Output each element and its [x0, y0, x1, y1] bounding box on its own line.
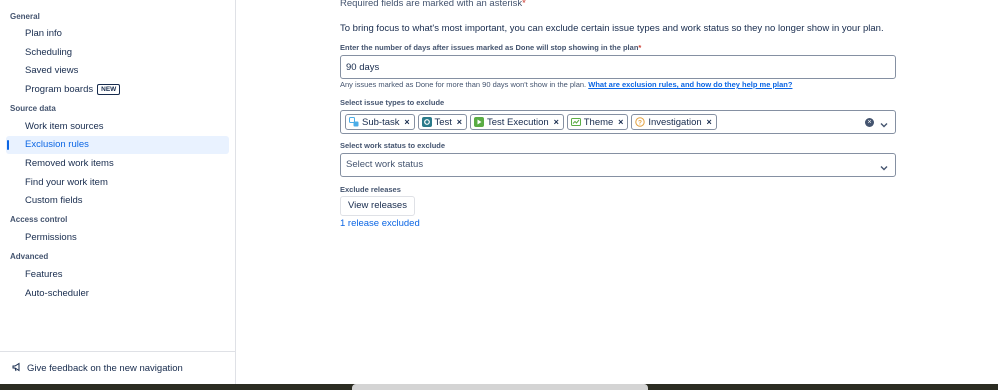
theme-icon — [570, 117, 581, 127]
tag-label: Sub-task — [362, 116, 400, 128]
tag-test: Test × — [417, 114, 467, 130]
remove-tag-test-button[interactable]: × — [455, 117, 464, 127]
required-asterisk: * — [522, 0, 526, 9]
section-heading-general: General — [10, 12, 40, 21]
exclude-releases-label: Exclude releases — [340, 185, 401, 194]
investigation-icon: ? — [635, 117, 646, 127]
sidebar-item-label: Saved views — [25, 65, 79, 76]
sidebar-item-label: Custom fields — [25, 195, 83, 206]
tag-test-execution: Test Execution × — [469, 114, 564, 130]
feedback-footer: Give feedback on the new navigation — [0, 351, 236, 384]
sidebar-item-features[interactable]: Features — [6, 266, 229, 284]
work-status-select[interactable]: Select work status — [340, 153, 896, 177]
chevron-down-icon[interactable] — [879, 160, 889, 171]
issue-types-label: Select issue types to exclude — [340, 98, 445, 107]
sidebar-item-label: Plan info — [25, 28, 62, 39]
required-note-text: Required fields are marked with an aster… — [340, 0, 523, 9]
sidebar-item-label: Work item sources — [25, 121, 104, 132]
remove-tag-sub-task-button[interactable]: × — [403, 117, 412, 127]
active-indicator — [7, 140, 9, 150]
test-execution-icon — [473, 117, 484, 127]
work-status-placeholder: Select work status — [346, 159, 424, 170]
section-heading-advanced: Advanced — [10, 252, 49, 261]
releases-excluded-link[interactable]: 1 release excluded — [340, 218, 420, 229]
feedback-button[interactable]: Give feedback on the new navigation — [12, 362, 183, 375]
sidebar-item-label: Auto-scheduler — [25, 288, 89, 299]
sidebar-item-permissions[interactable]: Permissions — [6, 229, 229, 247]
sidebar-item-label: Permissions — [25, 232, 77, 243]
subtask-icon — [349, 117, 359, 127]
sidebar-item-plan-info[interactable]: Plan info — [6, 25, 229, 43]
tag-label: Investigation — [648, 116, 702, 128]
sidebar-item-label: Scheduling — [25, 47, 73, 58]
sidebar-item-auto-scheduler[interactable]: Auto-scheduler — [6, 285, 229, 303]
sidebar-item-label: Features — [25, 269, 63, 280]
issue-types-select[interactable]: Sub-task × Test × Test Execution × Theme… — [340, 110, 896, 134]
sidebar-item-program-boards[interactable]: Program boards NEW — [6, 81, 229, 99]
days-field-label-text: Enter the number of days after issues ma… — [340, 43, 639, 52]
tag-label: Test — [434, 116, 452, 128]
sidebar-item-custom-fields[interactable]: Custom fields — [6, 192, 229, 210]
sidebar-item-exclusion-rules[interactable]: Exclusion rules — [6, 136, 229, 154]
exclusion-rules-help-link[interactable]: What are exclusion rules, and how do the… — [588, 80, 792, 89]
feedback-label: Give feedback on the new navigation — [27, 363, 183, 374]
remove-tag-investigation-button[interactable]: × — [705, 117, 714, 127]
tag-investigation: ? Investigation × — [631, 114, 717, 130]
bottom-bar — [352, 384, 648, 390]
main-content: Required fields are marked with an aster… — [237, 0, 998, 384]
remove-tag-theme-button[interactable]: × — [616, 117, 625, 127]
required-asterisk: * — [638, 43, 642, 52]
sidebar-item-label: Exclusion rules — [25, 139, 89, 150]
sidebar-item-find-your-work-item[interactable]: Find your work item — [6, 174, 229, 192]
days-field[interactable] — [340, 55, 896, 79]
tag-label: Test Execution — [486, 116, 549, 128]
view-releases-button[interactable]: View releases — [340, 196, 415, 216]
days-helper: Any issues marked as Done for more than … — [340, 80, 792, 89]
chevron-down-icon[interactable] — [879, 117, 889, 128]
section-heading-source-data: Source data — [10, 104, 56, 113]
required-note: Required fields are marked with an aster… — [340, 0, 526, 9]
days-input[interactable] — [341, 56, 895, 78]
issue-type-tags: Sub-task × Test × Test Execution × Theme… — [345, 114, 717, 130]
days-helper-text: Any issues marked as Done for more than … — [340, 80, 587, 89]
test-icon — [421, 117, 432, 127]
svg-text:?: ? — [638, 119, 642, 126]
sidebar-item-removed-work-items[interactable]: Removed work items — [6, 155, 229, 173]
work-status-label: Select work status to exclude — [340, 141, 446, 150]
tag-label: Theme — [583, 116, 614, 128]
megaphone-icon — [12, 362, 22, 375]
sidebar-item-label: Program boards — [25, 84, 94, 95]
new-badge: NEW — [97, 84, 121, 95]
intro-text: To bring focus to what's most important,… — [340, 23, 884, 34]
sidebar: General Plan info Scheduling Saved views… — [0, 0, 236, 384]
tag-sub-task: Sub-task × — [345, 114, 415, 130]
clear-icon[interactable]: × — [865, 118, 874, 127]
sidebar-item-label: Removed work items — [25, 158, 114, 169]
tag-theme: Theme × — [566, 114, 629, 130]
sidebar-item-label: Find your work item — [25, 177, 108, 188]
sidebar-item-work-item-sources[interactable]: Work item sources — [6, 118, 229, 136]
days-field-label: Enter the number of days after issues ma… — [340, 43, 641, 52]
section-heading-access-control: Access control — [10, 215, 68, 224]
sidebar-item-saved-views[interactable]: Saved views — [6, 62, 229, 80]
remove-tag-test-execution-button[interactable]: × — [552, 117, 561, 127]
sidebar-item-scheduling[interactable]: Scheduling — [6, 44, 229, 62]
